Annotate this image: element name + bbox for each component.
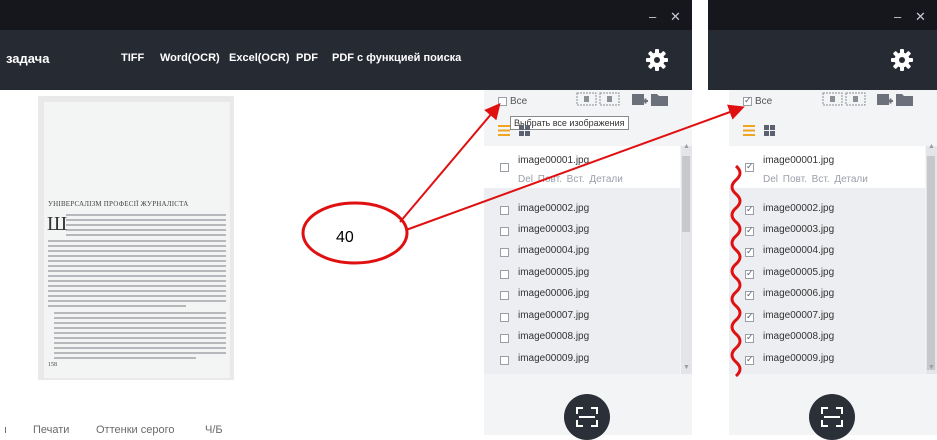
annotation-arrow-left xyxy=(399,102,501,223)
annotation-overlay xyxy=(301,102,745,378)
annotation-arrow-right xyxy=(405,104,745,231)
annotation-label: 40 xyxy=(336,229,354,246)
annotation-squiggle xyxy=(730,164,742,378)
annotation-ellipse xyxy=(301,201,409,265)
